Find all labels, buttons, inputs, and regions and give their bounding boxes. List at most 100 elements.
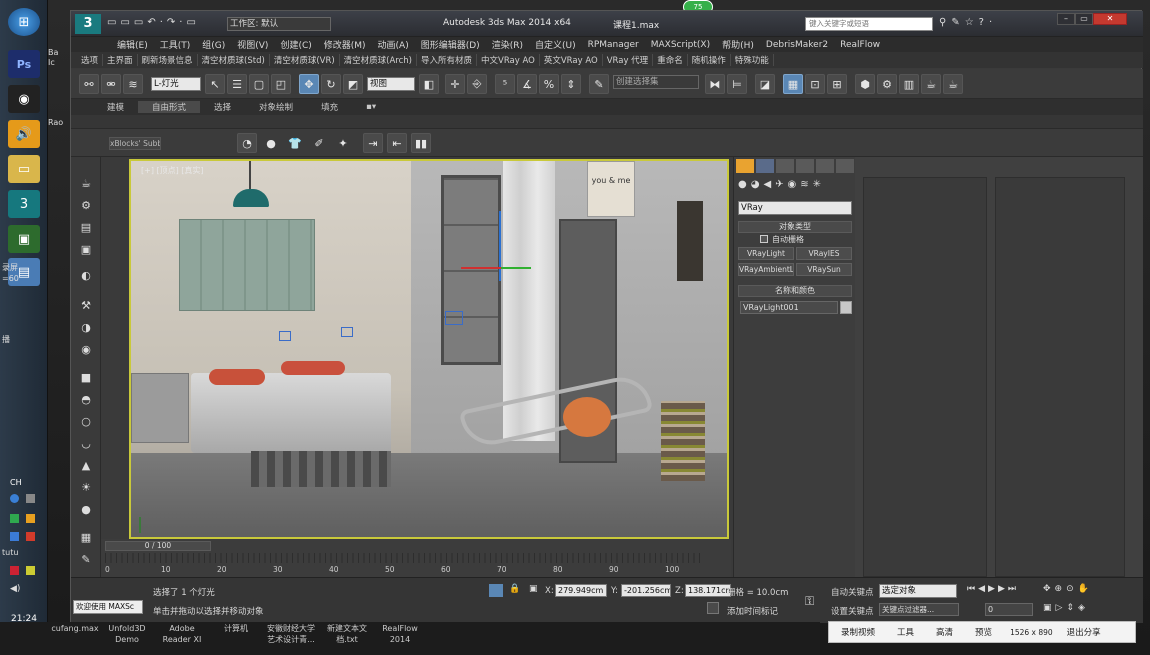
menu-item-views[interactable]: 视图(V) — [231, 38, 274, 51]
maxscript-listener[interactable]: 欢迎使用 MAXSc — [73, 600, 143, 614]
quality-menu[interactable]: 高清 — [936, 626, 953, 638]
time-slider[interactable]: 0 / 100 — [105, 541, 211, 551]
dome-icon[interactable]: ◓ — [77, 391, 95, 407]
render-iterative-icon[interactable]: ☕ — [943, 74, 963, 94]
viewport-nav-icons-top[interactable]: ✥⊕⊙✋ — [1043, 584, 1093, 594]
selection-filter-dropdown[interactable]: L-灯光 — [151, 77, 201, 91]
menu-item-group[interactable]: 组(G) — [196, 38, 231, 51]
plugin-options[interactable]: 选项 — [77, 54, 104, 66]
box-icon[interactable]: ■ — [77, 369, 95, 385]
taskbar-item-university[interactable]: 安徽财经大学 艺术设计青... — [262, 623, 320, 645]
graphite-toggle-icon[interactable]: ▦ — [783, 74, 803, 94]
grid-icon[interactable]: ▦ — [77, 529, 95, 545]
3dsmax-icon[interactable]: 3 — [8, 190, 40, 218]
sphere-icon[interactable]: ● — [261, 133, 281, 153]
utilities-tab-icon[interactable] — [836, 159, 854, 173]
paint-icon[interactable]: ✎ — [77, 551, 95, 567]
tab-object-paint[interactable]: 对象绘制 — [245, 101, 307, 113]
record-video-button[interactable]: 录制视频 — [841, 626, 875, 638]
tray-icon[interactable] — [26, 566, 35, 575]
tray-icon[interactable] — [26, 514, 35, 523]
layer-manager-icon[interactable]: ◪ — [755, 74, 775, 94]
photoshop-icon[interactable]: Ps — [8, 50, 40, 78]
rollout-object-type[interactable]: 对象类型 — [738, 221, 852, 233]
percent-snap-icon[interactable]: % — [539, 74, 559, 94]
vray-light-gizmo[interactable] — [445, 311, 463, 325]
menu-item-edit[interactable]: 编辑(E) — [111, 38, 154, 51]
select-manipulate-icon[interactable]: ✛ — [445, 74, 465, 94]
menu-item-debrismaker[interactable]: DebrisMaker2 — [760, 40, 834, 50]
plugin-rename[interactable]: 重命名 — [653, 54, 688, 66]
move-gizmo-z[interactable] — [501, 267, 531, 269]
light-bulb-icon[interactable]: ◐ — [77, 267, 95, 283]
align-icon[interactable]: ⊨ — [727, 74, 747, 94]
angle-snap-icon[interactable]: ∡ — [517, 74, 537, 94]
plugin-en-vray-ao[interactable]: 英文VRay AO — [540, 54, 603, 66]
teapot-icon[interactable]: ☕ — [77, 175, 95, 191]
absolute-mode-icon[interactable]: ▣ — [529, 584, 538, 594]
film-icon[interactable]: ▮▮ — [411, 133, 431, 153]
wrench-icon[interactable]: ⚒ — [77, 297, 95, 313]
lock-icon[interactable]: 🔒 — [509, 584, 520, 594]
rollout-name-color[interactable]: 名称和颜色 — [738, 285, 852, 297]
rect-selection-icon[interactable]: ▢ — [249, 74, 269, 94]
edit-named-sel-icon[interactable]: ✎ — [589, 74, 609, 94]
light-target-gizmo[interactable] — [341, 327, 353, 337]
half-moon-icon[interactable]: ◑ — [77, 319, 95, 335]
tray-icon[interactable] — [10, 532, 19, 541]
unlink-icon[interactable]: ⚮ — [101, 74, 121, 94]
workspace-dropdown[interactable]: 工作区: 默认 — [227, 17, 331, 31]
exit-share-button[interactable]: 退出分享 — [1067, 626, 1101, 638]
export-icon[interactable]: ⇥ — [363, 133, 383, 153]
track-bar[interactable] — [105, 553, 701, 563]
tray-icon[interactable] — [26, 494, 35, 503]
y-coord-field[interactable]: -201.256cm — [621, 584, 671, 597]
document-icon[interactable]: ▤ — [77, 219, 95, 235]
menu-item-realflow[interactable]: RealFlow — [834, 40, 886, 50]
playback-controls[interactable]: ⏮◀▶▶⏭ — [967, 584, 1019, 594]
shirt-icon[interactable]: 👕 — [285, 133, 305, 153]
time-tag-icon[interactable] — [707, 602, 719, 614]
plugin-cn-vray-ao[interactable]: 中文VRay AO — [477, 54, 540, 66]
set-key-button[interactable]: 设置关键点 — [831, 605, 874, 617]
move-gizmo-x[interactable] — [461, 267, 501, 269]
quick-access-icons[interactable]: ▭▭▭↶·↷·▭ — [107, 17, 200, 28]
tools-menu[interactable]: 工具 — [897, 626, 914, 638]
pivot-center-icon[interactable]: ◧ — [419, 74, 439, 94]
select-move-icon[interactable]: ✥ — [299, 74, 319, 94]
menu-item-tools[interactable]: 工具(T) — [154, 38, 197, 51]
tab-freeform[interactable]: 自由形式 — [138, 101, 201, 113]
object-name-field[interactable]: VRayLight001 — [740, 301, 838, 314]
taskbar-item-cufang[interactable]: cufang.max — [48, 623, 102, 634]
windows-start-icon[interactable]: ⊞ — [8, 8, 40, 36]
taskbar-item-textfile[interactable]: 新建文本文 档.txt — [322, 623, 372, 645]
circle-icon[interactable]: ○ — [77, 413, 95, 429]
render-production-icon[interactable]: ☕ — [921, 74, 941, 94]
spinner-snap-icon[interactable]: ⇕ — [561, 74, 581, 94]
schematic-view-icon[interactable]: ⊞ — [827, 74, 847, 94]
menu-item-rendering[interactable]: 渲染(R) — [486, 38, 529, 51]
preview-button[interactable]: 预览 — [975, 626, 992, 638]
taskbar-item-adobe-reader[interactable]: Adobe Reader XI — [156, 623, 208, 645]
viewport-perspective[interactable]: you & me [+] [顶点] [真实] — [129, 159, 729, 539]
minimize-button[interactable]: – — [1057, 13, 1075, 25]
taskbar-item-unfold3d[interactable]: Unfold3D Demo — [104, 623, 150, 645]
tray-icon[interactable] — [10, 566, 19, 575]
tab-modeling[interactable]: 建模 — [93, 101, 138, 113]
vraysun-button[interactable]: VRaySun — [796, 263, 852, 276]
vrayambientlight-button[interactable]: VRayAmbientLight — [738, 263, 794, 276]
snap-toggle-icon[interactable]: ⁵ — [495, 74, 515, 94]
current-frame-field[interactable]: 0 — [985, 603, 1033, 616]
menu-item-customize[interactable]: 自定义(U) — [529, 38, 582, 51]
create-tab-icon[interactable] — [736, 159, 754, 173]
window-crossing-icon[interactable]: ◰ — [271, 74, 291, 94]
teapot-refresh-icon[interactable]: ◔ — [237, 133, 257, 153]
plugin-special[interactable]: 特殊功能 — [731, 54, 774, 66]
z-coord-field[interactable]: 138.171cm — [685, 584, 731, 597]
plugin-clear-arch[interactable]: 清空材质球(Arch) — [340, 54, 417, 66]
sun-icon[interactable]: ☀ — [77, 479, 95, 495]
volume-app-icon[interactable]: 🔊 — [8, 120, 40, 148]
render-setup-icon[interactable]: ⚙ — [877, 74, 897, 94]
keyboard-shortcut-icon[interactable]: ⎆ — [467, 74, 487, 94]
menu-item-rpmanager[interactable]: RPManager — [582, 40, 645, 50]
